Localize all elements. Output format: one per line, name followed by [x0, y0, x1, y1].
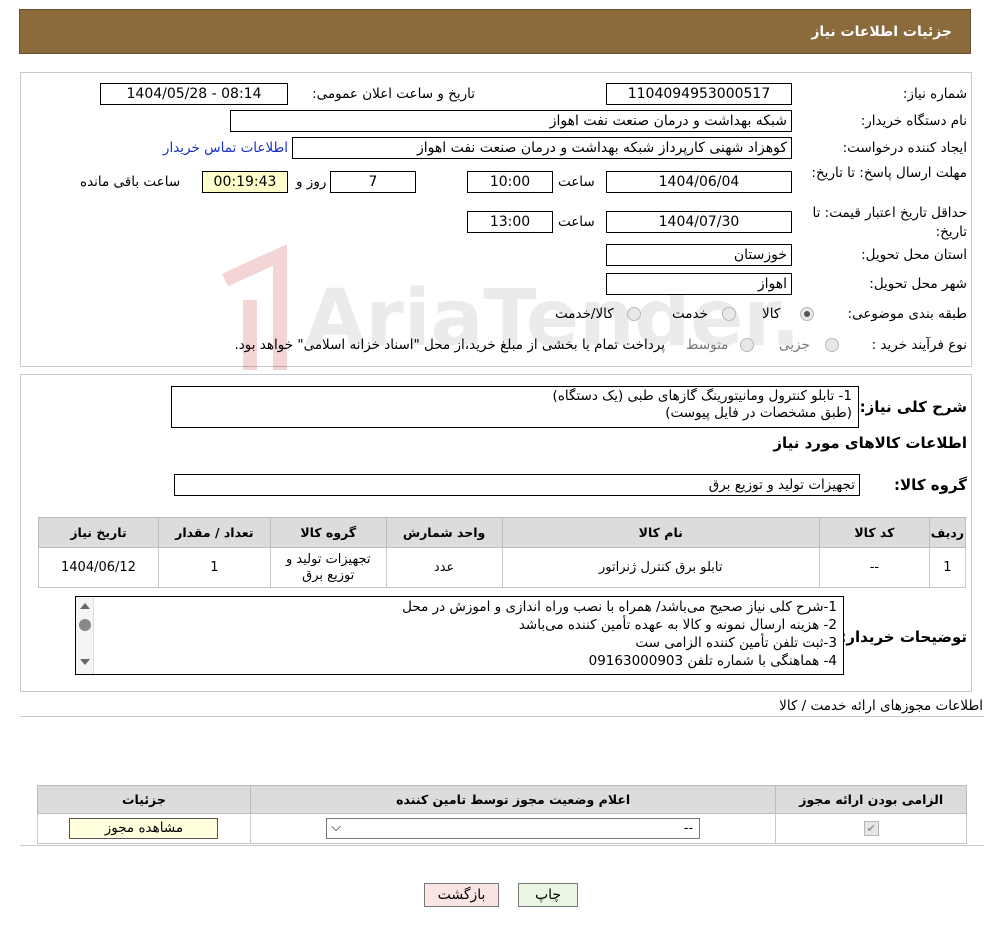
category-goods-service-label: کالا/خدمت: [555, 306, 614, 322]
permits-table: الزامی بودن ارائه مجوز اعلام وضعیت مجوز …: [37, 785, 967, 844]
process-medium-label: متوسط: [686, 337, 729, 353]
category-goods-label: کالا: [762, 306, 781, 322]
col-row: ردیف: [928, 517, 967, 548]
city-label: شهر محل تحویل:: [869, 276, 967, 292]
province-label: استان محل تحویل:: [861, 247, 967, 263]
buyer-notes-label: توضیحات خریدار:: [840, 628, 967, 646]
category-radio-service[interactable]: [722, 307, 736, 321]
table-row: 1 -- تابلو برق کنترل ژنراتور عدد تجهیزات…: [38, 547, 967, 588]
category-label: طبقه بندی موضوعی:: [847, 306, 967, 322]
creator-label: ایجاد کننده درخواست:: [842, 140, 967, 156]
cell-row: 1: [928, 547, 967, 588]
print-button[interactable]: چاپ: [518, 883, 578, 907]
announce-value: 1404/05/28 - 08:14: [126, 86, 262, 102]
permits-title: اطلاعات مجوزهای ارائه خدمت / کالا: [779, 698, 983, 714]
buyer-note-line-3: 3-ثبت تلفن تأمین کننده الزامی ست: [635, 635, 837, 651]
permit-status-value: --: [683, 821, 694, 836]
chevron-down-icon: ⌵: [331, 820, 341, 835]
scroll-down-icon[interactable]: [80, 659, 90, 665]
permit-status-select[interactable]: -- ⌵: [326, 818, 701, 839]
buyer-note-line-1: 1-شرح کلی نیاز صحیح می‌باشد/ همراه با نص…: [402, 599, 837, 615]
summary-line-1: 1- تابلو کنترول ومانیتورینگ گازهای طبی (…: [552, 388, 852, 404]
cell-code: --: [818, 547, 930, 588]
col-code: کد کالا: [818, 517, 930, 548]
process-minor-label: جزیی: [779, 337, 810, 353]
buyer-label: نام دستگاه خریدار:: [860, 113, 967, 129]
goods-group-label: گروه کالا:: [894, 476, 967, 494]
province-field: خوزستان: [606, 244, 792, 266]
process-note: پرداخت تمام یا بخشی از مبلغ خرید،از محل …: [234, 337, 665, 353]
goods-info-title: اطلاعات کالاهای مورد نیاز: [773, 434, 967, 452]
process-radio-medium[interactable]: [740, 338, 754, 352]
cell-name: تابلو برق کنترل ژنراتور: [501, 547, 820, 588]
col-name: نام کالا: [501, 517, 820, 548]
reply-date-field: 1404/06/04: [606, 171, 792, 193]
page-title: جزئیات اطلاعات نیاز: [811, 23, 952, 40]
remaining-time-label: ساعت باقی مانده: [80, 174, 181, 190]
col-permit-details: جزئیات: [37, 785, 251, 814]
table-row: ✔ -- ⌵ مشاهده مجوز: [37, 813, 967, 844]
notes-scrollbar[interactable]: [76, 597, 94, 674]
price-validity-label: حداقل تاریخ اعتبار قیمت: تا تاریخ:: [812, 205, 967, 240]
reply-deadline-label: مهلت ارسال پاسخ: تا تاریخ:: [811, 165, 967, 181]
process-radio-minor[interactable]: [825, 338, 839, 352]
col-quantity: تعداد / مقدار: [157, 517, 271, 548]
city-field: اهواز: [606, 273, 792, 295]
announce-label: تاریخ و ساعت اعلان عمومی:: [312, 86, 475, 102]
scroll-thumb[interactable]: [79, 619, 91, 631]
summary-label: شرح کلی نیاز:: [859, 398, 967, 416]
goods-table-header: ردیف کد کالا نام کالا واحد شمارش گروه کا…: [38, 517, 967, 548]
reply-time-label: ساعت: [558, 174, 595, 190]
remaining-time-field: 00:19:43: [202, 171, 288, 193]
cell-unit: عدد: [385, 547, 503, 588]
summary-textarea: 1- تابلو کنترول ومانیتورینگ گازهای طبی (…: [171, 386, 859, 428]
back-button[interactable]: بازگشت: [424, 883, 499, 907]
buyer-note-line-4: 4- هماهنگی با شماره تلفن 09163000903: [588, 653, 837, 669]
buyer-notes-textarea: 1-شرح کلی نیاز صحیح می‌باشد/ همراه با نص…: [75, 596, 844, 675]
permit-required-checkbox[interactable]: ✔: [863, 821, 879, 836]
buyer-contact-link[interactable]: اطلاعات تماس خریدار: [163, 140, 288, 156]
buyer-field: شبکه بهداشت و درمان صنعت نفت اهواز: [230, 110, 792, 132]
cell-permit-status: -- ⌵: [249, 813, 777, 844]
col-need-date: تاریخ نیاز: [38, 517, 159, 548]
cell-permit-required: ✔: [775, 813, 967, 844]
col-permit-status: اعلام وضعیت مجوز توسط تامین کننده: [249, 785, 777, 814]
cell-need-date: 1404/06/12: [38, 547, 159, 588]
days-label: روز و: [296, 174, 327, 190]
page-header: جزئیات اطلاعات نیاز: [19, 9, 971, 54]
creator-field: کوهزاد شهنی کارپرداز شبکه بهداشت و درمان…: [292, 137, 792, 159]
need-number-label: شماره نیاز:: [902, 86, 967, 102]
need-number-field: 1104094953000517: [606, 83, 792, 105]
goods-table: ردیف کد کالا نام کالا واحد شمارش گروه کا…: [38, 517, 967, 588]
days-field: 7: [330, 171, 416, 193]
announce-field: 1404/05/28 - 08:14: [100, 83, 288, 105]
view-permit-button[interactable]: مشاهده مجوز: [69, 818, 219, 839]
price-time-label: ساعت: [558, 214, 595, 230]
cell-permit-details: مشاهده مجوز: [37, 813, 251, 844]
buyer-note-line-2: 2- هزینه ارسال نمونه و کالا به عهده تأمی…: [518, 617, 837, 633]
scroll-up-icon[interactable]: [80, 603, 90, 609]
summary-line-2: (طبق مشخصات در فایل پیوست): [665, 405, 852, 421]
col-unit: واحد شمارش: [385, 517, 503, 548]
price-date-field: 1404/07/30: [606, 211, 792, 233]
price-time-field: 13:00: [467, 211, 553, 233]
goods-group-field: تجهیزات تولید و توزیع برق: [174, 474, 860, 496]
col-group: گروه کالا: [269, 517, 387, 548]
cell-group: تجهیزات تولید و توزیع برق: [269, 547, 387, 588]
permits-table-header: الزامی بودن ارائه مجوز اعلام وضعیت مجوز …: [37, 785, 967, 814]
category-service-label: خدمت: [672, 306, 708, 322]
col-permit-required: الزامی بودن ارائه مجوز: [775, 785, 967, 814]
category-radio-goods[interactable]: [800, 307, 814, 321]
reply-time-field: 10:00: [467, 171, 553, 193]
category-radio-goods-service[interactable]: [627, 307, 641, 321]
process-label: نوع فرآیند خرید :: [871, 337, 967, 353]
cell-quantity: 1: [157, 547, 271, 588]
